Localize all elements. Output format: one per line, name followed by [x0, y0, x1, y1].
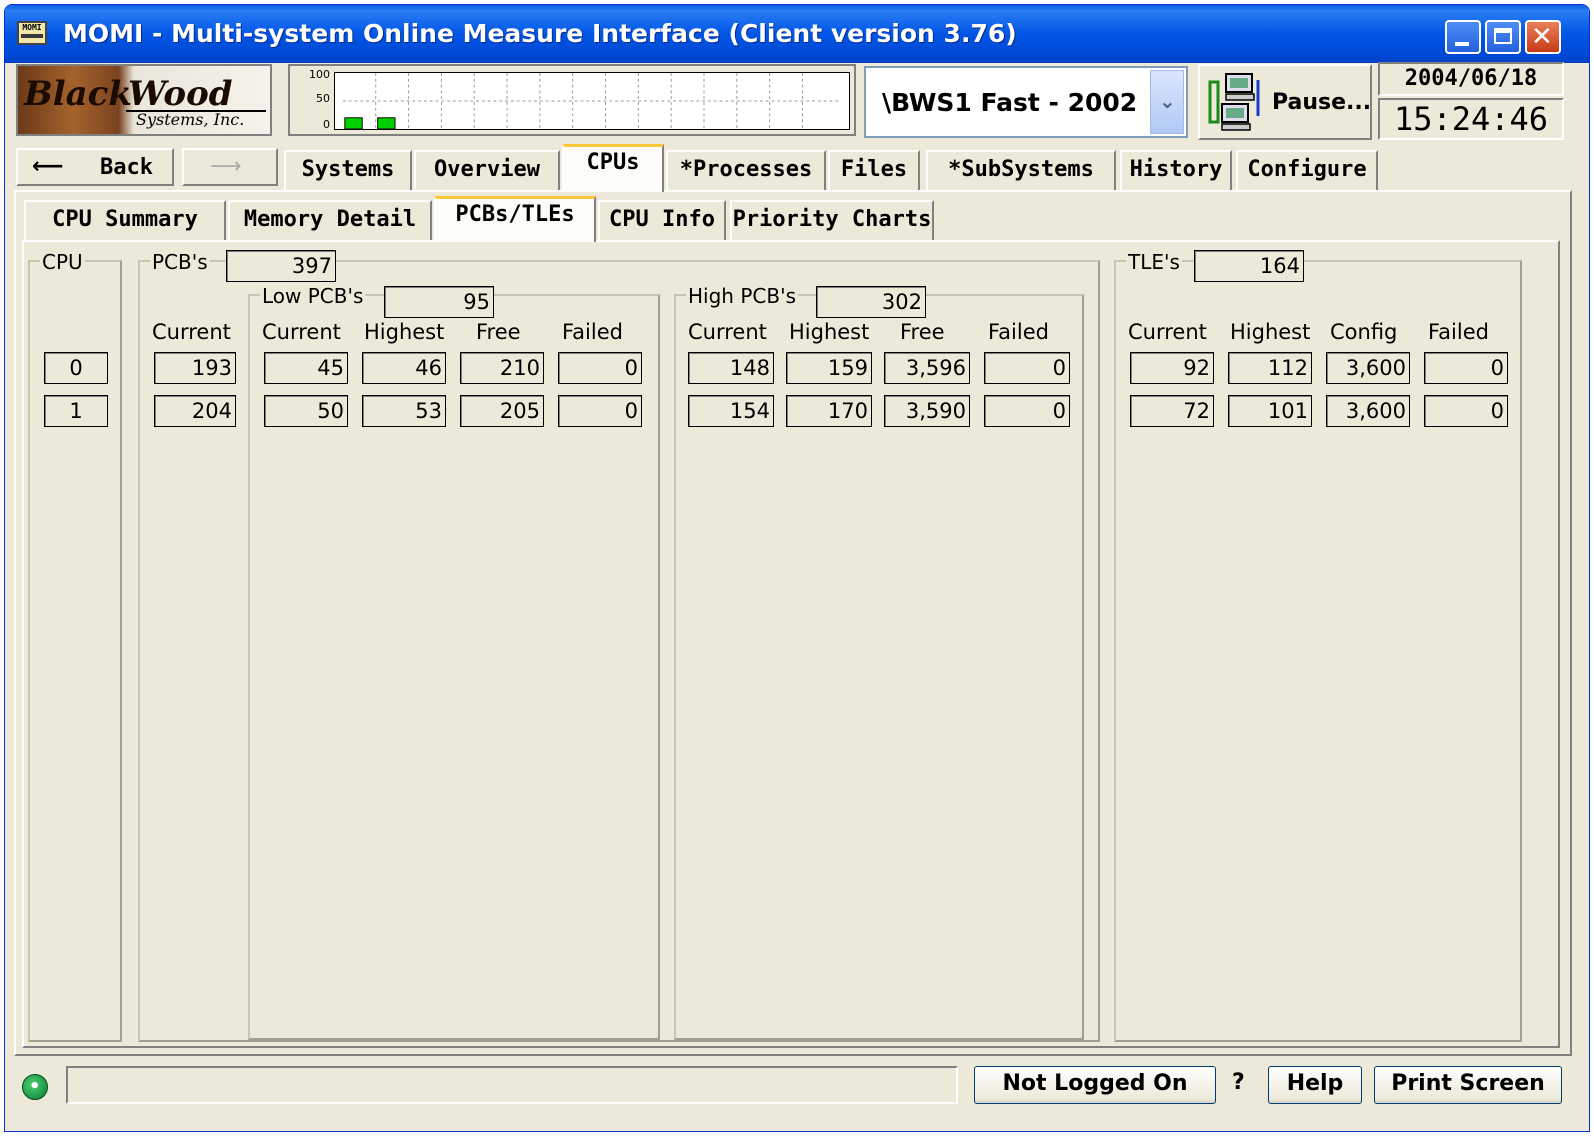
low-pcb-highest-field: 53: [362, 395, 446, 427]
low-pcb-label: Low PCB's: [260, 284, 366, 308]
close-button[interactable]: ✕: [1525, 20, 1561, 54]
column-header: Free: [476, 320, 521, 344]
tle-highest-field: 101: [1228, 395, 1312, 427]
subtab-cpu-summary[interactable]: CPU Summary: [24, 200, 226, 240]
column-header: Highest: [789, 320, 870, 344]
minimize-icon: [1455, 42, 1469, 46]
print-screen-button[interactable]: Print Screen: [1374, 1066, 1562, 1104]
tle-group-label: TLE's: [1126, 250, 1182, 274]
low-pcb-failed-field: 0: [558, 395, 642, 427]
tle-failed-field: 0: [1424, 395, 1508, 427]
tab-overview[interactable]: Overview: [414, 150, 560, 190]
cpu-busy-bar: [377, 117, 396, 129]
high-pcb-current-field: 154: [688, 395, 774, 427]
high-pcb-current-field: 148: [688, 352, 774, 384]
low-pcb-total-field: 95: [384, 286, 494, 318]
pcb-current-field: 204: [154, 395, 236, 427]
low-pcb-free-field: 210: [460, 352, 544, 384]
column-header: Free: [900, 320, 945, 344]
tle-highest-field: 112: [1228, 352, 1312, 384]
system-select[interactable]: \BWS1 Fast - 2002 ⌄: [864, 66, 1188, 138]
login-button[interactable]: Not Logged On: [974, 1066, 1216, 1104]
column-header: Current: [688, 320, 767, 344]
column-header: Current: [262, 320, 341, 344]
network-computers-icon: [1208, 73, 1260, 131]
column-header: Failed: [562, 320, 623, 344]
connection-status-icon: •: [22, 1074, 48, 1100]
low-pcb-failed-field: 0: [558, 352, 642, 384]
high-pcb-free-field: 3,590: [884, 395, 970, 427]
tab-cpus[interactable]: CPUs: [562, 144, 664, 192]
cpu-busy-bar: [344, 117, 363, 129]
title-bar[interactable]: MOMI MOMI - Multi-system Online Measure …: [5, 5, 1589, 63]
low-pcb-free-field: 205: [460, 395, 544, 427]
tle-config-field: 3,600: [1326, 395, 1410, 427]
high-pcb-failed-field: 0: [984, 352, 1070, 384]
tle-failed-field: 0: [1424, 352, 1508, 384]
high-pcb-label: High PCB's: [686, 284, 798, 308]
pcb-current-field: 193: [154, 352, 236, 384]
column-header: Failed: [1428, 320, 1489, 344]
time-display: 15:24:46: [1378, 98, 1564, 140]
high-pcb-free-field: 3,596: [884, 352, 970, 384]
cpu-id-field: 1: [44, 395, 108, 427]
column-header: Current: [1128, 320, 1207, 344]
status-message-field: [66, 1066, 958, 1104]
help-question-icon[interactable]: ?: [1232, 1070, 1245, 1095]
high-pcb-highest-field: 170: [786, 395, 872, 427]
column-header: Current: [152, 320, 231, 344]
graph-plot: [334, 72, 850, 130]
tle-current-field: 72: [1130, 395, 1214, 427]
cpu-group-label: CPU: [40, 250, 85, 274]
column-header: Highest: [364, 320, 445, 344]
cpu-busy-graph: 100 50 0: [288, 64, 856, 136]
tab-configure[interactable]: Configure: [1236, 150, 1378, 190]
low-pcb-highest-field: 46: [362, 352, 446, 384]
low-pcb-current-field: 45: [264, 352, 348, 384]
date-display: 2004/06/18: [1378, 62, 1564, 96]
chevron-down-icon: ⌄: [1159, 89, 1176, 113]
minimize-button[interactable]: [1445, 20, 1481, 54]
tle-config-field: 3,600: [1326, 352, 1410, 384]
help-button[interactable]: Help: [1268, 1066, 1362, 1104]
back-button[interactable]: ⟵ Back: [16, 148, 174, 186]
maximize-button[interactable]: [1485, 20, 1521, 54]
forward-button[interactable]: ⟶: [182, 148, 278, 186]
low-pcb-current-field: 50: [264, 395, 348, 427]
tle-current-field: 92: [1130, 352, 1214, 384]
column-header: Failed: [988, 320, 1049, 344]
forward-arrow-icon: ⟶: [210, 154, 242, 179]
column-header: Highest: [1230, 320, 1311, 344]
high-pcb-highest-field: 159: [786, 352, 872, 384]
back-arrow-icon: ⟵: [32, 154, 64, 179]
high-pcb-failed-field: 0: [984, 395, 1070, 427]
maximize-icon: [1494, 28, 1512, 44]
pcb-total-field: 397: [226, 250, 336, 282]
high-pcb-total-field: 302: [816, 286, 926, 318]
window-title: MOMI - Multi-system Online Measure Inter…: [63, 19, 1017, 48]
subtab-memory-detail[interactable]: Memory Detail: [228, 200, 432, 240]
column-header: Config: [1330, 320, 1398, 344]
tab-processes[interactable]: *Processes: [666, 150, 826, 190]
subtab-cpu-info[interactable]: CPU Info: [598, 200, 726, 240]
subtab-pcbs-tles[interactable]: PCBs/TLEs: [434, 196, 596, 242]
close-icon: ✕: [1531, 22, 1553, 52]
tab-systems[interactable]: Systems: [284, 150, 412, 190]
pcb-group-label: PCB's: [150, 250, 210, 274]
pause-button[interactable]: Pause...: [1198, 64, 1372, 140]
company-logo: Black Wood Systems, Inc.: [16, 64, 272, 136]
tab-files[interactable]: Files: [828, 150, 920, 190]
subtab-priority-charts[interactable]: Priority Charts: [730, 200, 934, 240]
dropdown-arrow-button[interactable]: ⌄: [1150, 70, 1184, 134]
tle-total-field: 164: [1194, 250, 1304, 282]
cpu-id-field: 0: [44, 352, 108, 384]
tab-subsystems[interactable]: *SubSystems: [926, 150, 1116, 190]
app-icon: MOMI: [17, 21, 47, 45]
tab-history[interactable]: History: [1120, 150, 1232, 190]
